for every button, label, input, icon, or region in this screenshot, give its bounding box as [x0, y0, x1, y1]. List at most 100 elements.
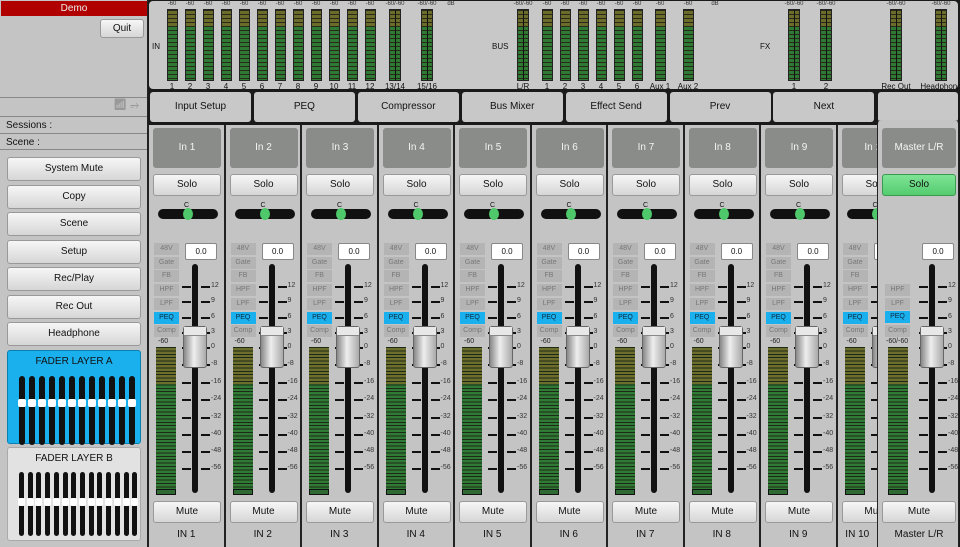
headphone-button[interactable]: Headphone: [7, 322, 141, 346]
fader-handle[interactable]: [920, 326, 944, 368]
pan-knob[interactable]: [718, 208, 729, 220]
channel-name[interactable]: In 2: [229, 128, 298, 168]
hpf-button[interactable]: HPF: [613, 284, 638, 297]
channel-name[interactable]: In 8: [688, 128, 757, 168]
fader-handle[interactable]: [489, 326, 513, 368]
fader-track[interactable]: [804, 264, 810, 493]
pan-knob[interactable]: [795, 208, 805, 220]
gate-button[interactable]: Gate: [689, 256, 715, 269]
fader-track[interactable]: [345, 264, 351, 493]
peq-button[interactable]: PEQ: [307, 311, 332, 324]
setup-button[interactable]: Setup: [7, 239, 141, 264]
fader-track[interactable]: [421, 264, 428, 493]
fader-track[interactable]: [727, 264, 734, 493]
channel-name[interactable]: In 4: [382, 128, 451, 168]
gate-button[interactable]: Gate: [842, 256, 868, 269]
fader-value-field[interactable]: 0.0: [797, 243, 829, 260]
fader-track[interactable]: [651, 264, 657, 493]
fb-button[interactable]: FB: [460, 270, 485, 283]
peq-button[interactable]: PEQ: [460, 311, 485, 324]
hpf-button[interactable]: HPF: [842, 284, 868, 297]
48v-button[interactable]: 48V: [842, 243, 868, 255]
fader-value-field[interactable]: 0.0: [414, 243, 447, 260]
fader-track[interactable]: [574, 264, 581, 493]
fader-value-field[interactable]: 0.0: [922, 243, 954, 260]
solo-button[interactable]: Solo: [765, 174, 833, 196]
mute-button[interactable]: Mute: [535, 501, 604, 523]
48v-button[interactable]: 48V: [536, 243, 562, 255]
gate-button[interactable]: Gate: [766, 256, 791, 269]
fb-button[interactable]: FB: [307, 270, 332, 283]
peq-button[interactable]: PEQ: [689, 311, 715, 324]
gate-button[interactable]: Gate: [536, 256, 562, 269]
solo-button[interactable]: Solo: [535, 174, 604, 196]
tab-prev[interactable]: Prev: [669, 92, 771, 122]
fader-value-field[interactable]: 0.0: [644, 243, 676, 260]
hpf-button[interactable]: HPF: [689, 284, 715, 297]
lpf-button[interactable]: LPF: [842, 297, 868, 310]
comp-button[interactable]: Comp: [689, 325, 715, 338]
comp-button[interactable]: Comp: [230, 325, 256, 338]
fader-layer-a[interactable]: FADER LAYER A: [7, 350, 141, 445]
fader-track[interactable]: [192, 264, 198, 493]
comp-button[interactable]: Comp: [536, 325, 562, 338]
mute-button[interactable]: Mute: [688, 501, 757, 523]
lpf-button[interactable]: LPF: [230, 297, 256, 310]
peq-button[interactable]: PEQ: [230, 311, 256, 324]
48v-button[interactable]: 48V: [460, 243, 485, 255]
quit-button[interactable]: Quit: [100, 19, 144, 38]
peq-button[interactable]: PEQ: [536, 311, 562, 324]
hpf-button[interactable]: HPF: [154, 284, 179, 297]
system-mute-button[interactable]: System Mute: [7, 157, 141, 181]
peq-button[interactable]: PEQ: [766, 311, 791, 324]
gate-button[interactable]: Gate: [230, 256, 256, 269]
pan-knob[interactable]: [565, 208, 576, 220]
rec-play-button[interactable]: Rec/Play: [7, 267, 141, 291]
channel-name[interactable]: In 7: [612, 128, 680, 168]
channel-name[interactable]: In 9: [765, 128, 833, 168]
tab-peq[interactable]: PEQ: [253, 92, 355, 122]
comp-button[interactable]: Comp: [383, 325, 409, 338]
solo-button[interactable]: Solo: [382, 174, 451, 196]
fader-handle[interactable]: [565, 326, 590, 368]
pan-knob[interactable]: [336, 208, 346, 220]
fader-value-field[interactable]: 0.0: [338, 243, 370, 260]
hpf-button[interactable]: HPF: [230, 284, 256, 297]
pan-slider[interactable]: [540, 208, 601, 220]
48v-button[interactable]: 48V: [383, 243, 409, 255]
mute-button[interactable]: Mute: [306, 501, 374, 523]
channel-name[interactable]: In 10: [841, 128, 878, 168]
hpf-button[interactable]: HPF: [383, 284, 409, 297]
channel-name[interactable]: In 5: [459, 128, 527, 168]
pan-slider[interactable]: [846, 208, 878, 220]
fader-handle[interactable]: [259, 326, 284, 368]
channel-name[interactable]: In 6: [535, 128, 604, 168]
fader-handle[interactable]: [336, 326, 360, 368]
solo-button[interactable]: Solo: [306, 174, 374, 196]
gate-button[interactable]: Gate: [154, 256, 179, 269]
pan-slider[interactable]: [387, 208, 448, 220]
peq-button[interactable]: PEQ: [383, 311, 409, 324]
fb-button[interactable]: FB: [383, 270, 409, 283]
solo-button[interactable]: Solo: [153, 174, 221, 196]
lpf-button[interactable]: LPF: [154, 297, 179, 310]
tab-compressor[interactable]: Compressor: [357, 92, 459, 122]
pan-slider[interactable]: [617, 208, 677, 220]
gate-button[interactable]: Gate: [307, 256, 332, 269]
fader-layer-b[interactable]: FADER LAYER B: [7, 447, 141, 541]
fader-value-field[interactable]: 0.0: [720, 243, 753, 260]
channel-name[interactable]: In 1: [153, 128, 221, 168]
48v-button[interactable]: 48V: [689, 243, 715, 255]
fader-value-field[interactable]: 0.0: [567, 243, 600, 260]
mute-button[interactable]: Mute: [459, 501, 527, 523]
lpf-button[interactable]: LPF: [460, 297, 485, 310]
fader-handle[interactable]: [718, 326, 743, 368]
fb-button[interactable]: FB: [766, 270, 791, 283]
lpf-button[interactable]: LPF: [536, 297, 562, 310]
fader-track[interactable]: [268, 264, 275, 493]
48v-button[interactable]: 48V: [230, 243, 256, 255]
fb-button[interactable]: FB: [842, 270, 868, 283]
copy-button[interactable]: Copy: [7, 184, 141, 209]
pan-knob[interactable]: [642, 208, 652, 220]
fb-button[interactable]: FB: [613, 270, 638, 283]
